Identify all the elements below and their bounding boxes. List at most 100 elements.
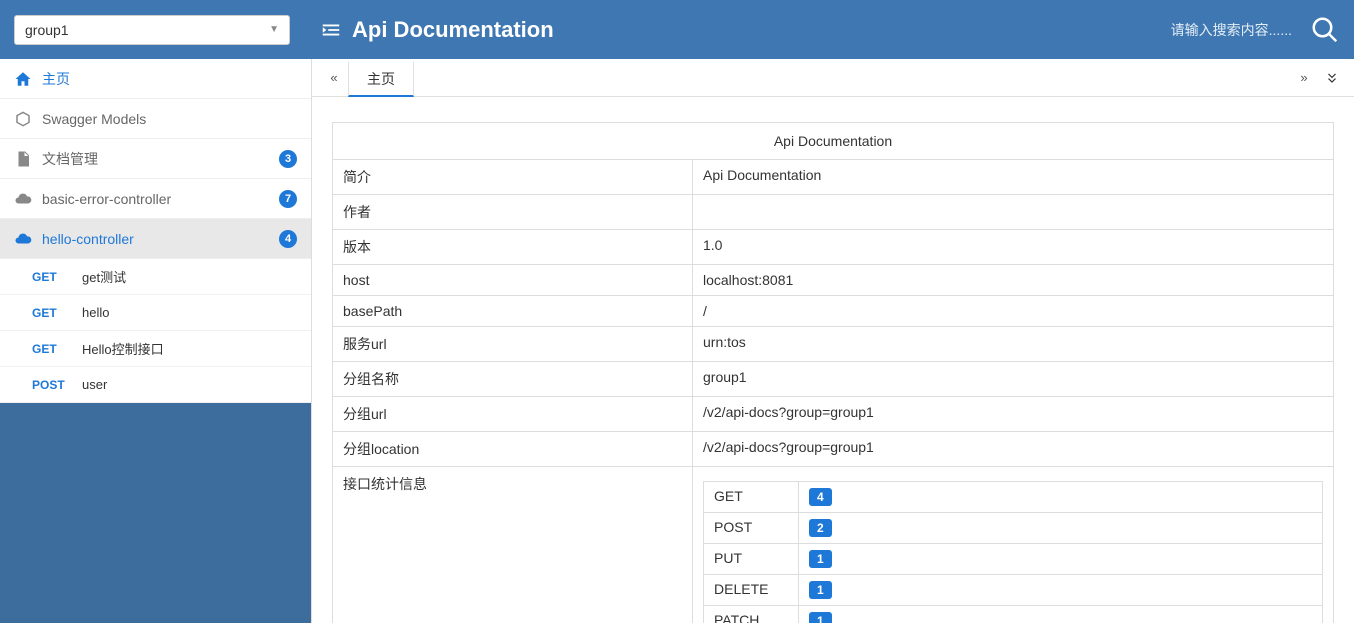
info-value: Api Documentation: [693, 160, 1334, 195]
table-row: PUT 1: [704, 544, 1323, 575]
method-badge: POST: [32, 378, 82, 392]
info-key: 版本: [333, 230, 693, 265]
stats-count: 1: [799, 606, 1323, 623]
info-key: basePath: [333, 296, 693, 327]
endpoint-item[interactable]: GET hello: [0, 295, 311, 331]
stats-method: GET: [704, 482, 799, 513]
info-key: 作者: [333, 195, 693, 230]
header-title-wrap: Api Documentation: [320, 17, 554, 43]
method-badge: GET: [32, 342, 82, 356]
table-row: 作者: [333, 195, 1334, 230]
sidebar-item-home[interactable]: 主页: [0, 59, 311, 99]
info-table: Api Documentation 简介Api Documentation 作者…: [332, 122, 1334, 623]
info-value: /v2/api-docs?group=group1: [693, 432, 1334, 467]
info-value: urn:tos: [693, 327, 1334, 362]
sidebar-item-label: hello-controller: [42, 231, 134, 247]
sidebar-item-label: Swagger Models: [42, 111, 146, 127]
stats-count: 2: [799, 513, 1323, 544]
endpoint-item[interactable]: GET get测试: [0, 259, 311, 295]
info-value: /v2/api-docs?group=group1: [693, 397, 1334, 432]
count-badge: 1: [809, 550, 832, 568]
stats-method: DELETE: [704, 575, 799, 606]
stats-count: 1: [799, 575, 1323, 606]
sidebar-item-doc-manage[interactable]: 文档管理 3: [0, 139, 311, 179]
stats-method: POST: [704, 513, 799, 544]
count-badge: 7: [279, 190, 297, 208]
sidebar-item-label: 文档管理: [42, 149, 98, 169]
table-row: 简介Api Documentation: [333, 160, 1334, 195]
sidebar-item-label: basic-error-controller: [42, 191, 171, 207]
main-content: « 主页 » Api Documentation 简介Api Documenta…: [312, 59, 1354, 623]
tab-menu-button[interactable]: [1318, 59, 1346, 96]
sidebar-item-swagger-models[interactable]: Swagger Models: [0, 99, 311, 139]
stats-count: 1: [799, 544, 1323, 575]
method-badge: GET: [32, 270, 82, 284]
endpoint-list: GET get测试 GET hello GET Hello控制接口 POST u…: [0, 259, 311, 403]
sidebar: 主页 Swagger Models 文档管理 3 basic-error-con…: [0, 59, 312, 623]
stats-method: PATCH: [704, 606, 799, 623]
cloud-icon: [14, 190, 32, 208]
count-badge: 2: [809, 519, 832, 537]
header-bar: group1 ▼ Api Documentation 请输入搜索内容......: [0, 0, 1354, 59]
table-row: POST 2: [704, 513, 1323, 544]
sidebar-item-basic-error-controller[interactable]: basic-error-controller 7: [0, 179, 311, 219]
table-row: basePath/: [333, 296, 1334, 327]
header-title: Api Documentation: [352, 17, 554, 43]
content-area: Api Documentation 简介Api Documentation 作者…: [312, 97, 1354, 623]
info-value: group1: [693, 362, 1334, 397]
table-row: 分组url/v2/api-docs?group=group1: [333, 397, 1334, 432]
info-table-title: Api Documentation: [333, 123, 1334, 160]
endpoint-name: user: [82, 377, 107, 392]
sidebar-item-label: 主页: [42, 69, 70, 89]
table-row: 版本1.0: [333, 230, 1334, 265]
sidebar-item-hello-controller[interactable]: hello-controller 4: [0, 219, 311, 259]
count-badge: 1: [809, 612, 832, 623]
info-key: 分组url: [333, 397, 693, 432]
stats-count: 4: [799, 482, 1323, 513]
info-value: 1.0: [693, 230, 1334, 265]
info-value: [693, 195, 1334, 230]
tab-label: 主页: [367, 69, 395, 89]
endpoint-name: hello: [82, 305, 109, 320]
endpoint-name: get测试: [82, 267, 126, 286]
document-icon: [14, 150, 32, 168]
count-badge: 3: [279, 150, 297, 168]
table-row: 分组名称group1: [333, 362, 1334, 397]
info-key: 接口统计信息: [333, 467, 693, 623]
stats-table: GET4 POST2 PUT1 DELETE1 PATCH1 OPTIONS1: [703, 481, 1323, 623]
group-select-value: group1: [25, 22, 69, 38]
stats-method: PUT: [704, 544, 799, 575]
info-key: 分组名称: [333, 362, 693, 397]
info-key: 分组location: [333, 432, 693, 467]
info-value: localhost:8081: [693, 265, 1334, 296]
count-badge: 4: [809, 488, 832, 506]
endpoint-item[interactable]: GET Hello控制接口: [0, 331, 311, 367]
endpoint-name: Hello控制接口: [82, 339, 164, 358]
menu-collapse-icon[interactable]: [320, 19, 342, 41]
info-key: 简介: [333, 160, 693, 195]
info-key: host: [333, 265, 693, 296]
table-row: 接口统计信息 GET4 POST2 PUT1 DELETE1 PATCH1 OP…: [333, 467, 1334, 623]
tab-home[interactable]: 主页: [348, 61, 414, 97]
cloud-icon: [14, 230, 32, 248]
tab-scroll-left-button[interactable]: «: [320, 59, 348, 96]
info-stats-cell: GET4 POST2 PUT1 DELETE1 PATCH1 OPTIONS1: [693, 467, 1334, 623]
group-select[interactable]: group1 ▼: [14, 15, 290, 45]
table-row: hostlocalhost:8081: [333, 265, 1334, 296]
search-icon[interactable]: [1310, 15, 1340, 45]
home-icon: [14, 70, 32, 88]
table-row: DELETE 1: [704, 575, 1323, 606]
table-row: PATCH 1: [704, 606, 1323, 623]
tab-scroll-right-button[interactable]: »: [1290, 59, 1318, 96]
chevron-down-icon: ▼: [269, 24, 279, 35]
endpoint-item[interactable]: POST user: [0, 367, 311, 403]
tab-bar: « 主页 »: [312, 59, 1354, 97]
table-row: GET 4: [704, 482, 1323, 513]
method-badge: GET: [32, 306, 82, 320]
table-row: 分组location/v2/api-docs?group=group1: [333, 432, 1334, 467]
info-key: 服务url: [333, 327, 693, 362]
count-badge: 1: [809, 581, 832, 599]
search-input[interactable]: 请输入搜索内容......: [1171, 20, 1292, 40]
chevron-double-down-icon: [1325, 71, 1339, 85]
info-value: /: [693, 296, 1334, 327]
